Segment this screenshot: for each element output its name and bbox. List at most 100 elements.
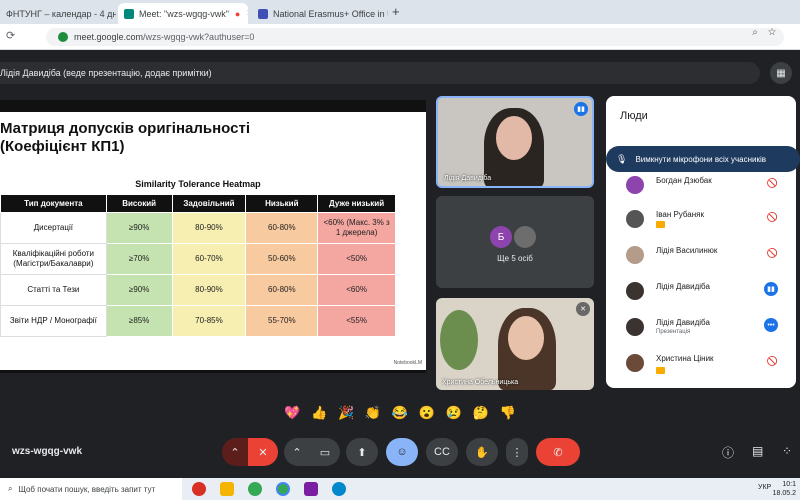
reload-icon[interactable]: ⟳ [6,29,15,42]
list-item[interactable]: Лідія Давидіба Презентація ••• [606,314,796,344]
cell-low: 60-80% [245,274,319,306]
tab-erasmus[interactable]: National Erasmus+ Office in U ✕ [252,3,388,24]
activities-icon[interactable]: ⁘ [782,444,792,458]
surprised-reaction-icon[interactable]: 😮 [419,405,435,421]
thumbs-down-reaction-icon[interactable]: 👎 [500,405,516,421]
participant-tile-christina[interactable]: ✕ Христина Обельницька [436,298,594,390]
clock[interactable]: 10:1 18.05.2 [773,480,796,498]
list-item[interactable]: Іван Рубаняк 🚫 [606,206,796,236]
list-item[interactable]: Лідія Василинюк 🚫 [606,242,796,272]
tab-calendar[interactable]: ФНТУНГ – календар - 4 дні, п ✕ [0,3,116,24]
participant-name: Лідія Давидіба [656,282,710,291]
tab-meet[interactable]: Meet: "wzs-wgqg-vwk" ● ✕ [118,3,248,24]
presenter-banner-text: Лідія Давидіба (веде презентацію, додає … [0,68,212,78]
heatmap-table: Тип документа Високий Задовільний Низьки… [0,194,396,337]
cell-vlow: <50% [317,243,396,275]
participant-name: Христина Обельницька [442,379,519,386]
cell-type: Кваліфікаційні роботи (Магістри/Бакалавр… [0,243,107,275]
captions-button[interactable]: CC [426,438,458,466]
audio-options-chevron-icon[interactable]: ⌃ [222,438,248,466]
mute-all-button[interactable]: 🎙 Вимкнути мікрофони всіх учасників [606,146,800,172]
app-icon[interactable] [304,482,318,496]
participant-face [508,316,544,360]
header-type: Тип документа [0,194,107,213]
cell-high: ≥90% [105,212,173,244]
meeting-info-icon[interactable]: ⓘ [722,444,734,461]
cell-high: ≥70% [105,243,173,275]
cell-high: ≥85% [105,305,173,337]
participant-name: Лідія Давидіба [656,318,710,327]
avatar: Б [490,226,512,248]
plant-image [440,310,478,370]
mic-off-icon: ✕ [576,302,590,316]
avatar [626,318,644,336]
thumbs-up-reaction-icon[interactable]: 👍 [311,405,327,421]
more-options-icon[interactable]: ••• [764,318,778,332]
close-icon[interactable]: ✕ [240,8,248,19]
emoji-reactions-button[interactable]: ☺ [386,438,418,466]
people-panel-title: Люди [620,110,648,122]
participant-name: Богдан Дзюбак [656,176,712,185]
leave-call-button[interactable]: ✆ [536,438,580,466]
host-badge-icon [656,221,665,228]
chat-icon[interactable]: ▤ [752,444,763,458]
table-row: Звіти НДР / Монографії ≥85% 70-85% 55-70… [0,305,396,337]
telegram-icon[interactable] [332,482,346,496]
cell-low: 60-80% [245,212,319,244]
sad-reaction-icon[interactable]: 😢 [446,405,462,421]
raise-hand-button[interactable]: ✋ [466,438,498,466]
chrome-icon[interactable] [248,482,262,496]
reactions-bar: 💖 👍 🎉 👏 😂 😮 😢 🤔 👎 [284,402,516,424]
taskbar-search-input[interactable]: ⌕ Щоб почати пошук, введіть запит тут [0,478,182,500]
clock-date: 18.05.2 [772,490,796,497]
header-sat: Задовільний [171,194,247,213]
thinking-reaction-icon[interactable]: 🤔 [473,405,489,421]
meeting-code: wzs-wgqg-vwk [12,446,83,457]
cell-high: ≥90% [105,274,173,306]
list-item[interactable]: Христина Ціник 🚫 [606,350,796,380]
party-reaction-icon[interactable]: 🎉 [338,405,354,421]
video-options-chevron-icon[interactable]: ⌃ [284,438,310,466]
participant-name: Іван Рубаняк [656,210,704,219]
speaking-icon: ▮▮ [574,102,588,116]
url-field[interactable]: meet.google.com/wzs-wgqg-vwk?authuser=0 [46,28,784,46]
tab-label: ФНТУНГ – календар - 4 дні, п [6,8,116,19]
list-item[interactable]: Лідія Давидіба ▮▮ [606,278,796,308]
camera-toggle-button[interactable]: ▭ [310,438,340,466]
language-indicator[interactable]: УКР [758,484,771,491]
heatmap-title: Similarity Tolerance Heatmap [135,179,261,189]
zoom-icon[interactable]: ⌕☆ [752,27,786,38]
site-info-icon[interactable] [58,32,68,42]
heart-reaction-icon[interactable]: 💖 [284,405,300,421]
opera-icon[interactable] [192,482,206,496]
url-host: meet.google.com [74,32,144,42]
avatar [626,210,644,228]
present-screen-button[interactable]: ⬆ [346,438,378,466]
mic-toggle-button[interactable]: ✕ [248,438,278,466]
laugh-reaction-icon[interactable]: 😂 [392,405,408,421]
new-tab-button[interactable]: + [392,4,400,19]
chrome-active-icon[interactable] [276,482,290,496]
file-explorer-icon[interactable] [220,482,234,496]
speaking-icon: ▮▮ [764,282,778,296]
mic-off-icon: 🚫 [766,356,778,366]
participant-tile-others[interactable]: Б Ще 5 осіб [436,196,594,288]
cell-vlow: <60% (Макс. 3% з 1 джерела) [317,212,396,244]
header-high: Високий [105,194,173,213]
list-item[interactable]: Богдан Дзюбак 🚫 [606,172,796,202]
notebooklm-watermark: NotebookLM [393,360,422,366]
clap-reaction-icon[interactable]: 👏 [365,405,381,421]
cell-sat: 80-90% [171,212,247,244]
slide: Матриця допусків оригінальності (Коефіці… [0,112,426,370]
browser-tab-bar: ФНТУНГ – календар - 4 дні, п ✕ Meet: "wz… [0,0,800,24]
slide-title-line1: Матриця допусків оригінальності [0,120,251,137]
cell-type: Статті та Тези [0,274,107,306]
presentation-icon[interactable]: ▦ [770,62,792,84]
address-bar: ⟳ meet.google.com/wzs-wgqg-vwk?authuser=… [0,24,800,50]
avatar [626,354,644,372]
tab-label: Meet: "wzs-wgqg-vwk" [139,8,229,19]
participant-tile-speaker[interactable]: ▮▮ Лідія Давидіба [436,96,594,188]
search-placeholder: Щоб почати пошук, введіть запит тут [18,484,156,494]
more-participants-label: Ще 5 осіб [497,254,533,263]
more-options-button[interactable]: ⋮ [506,438,528,466]
